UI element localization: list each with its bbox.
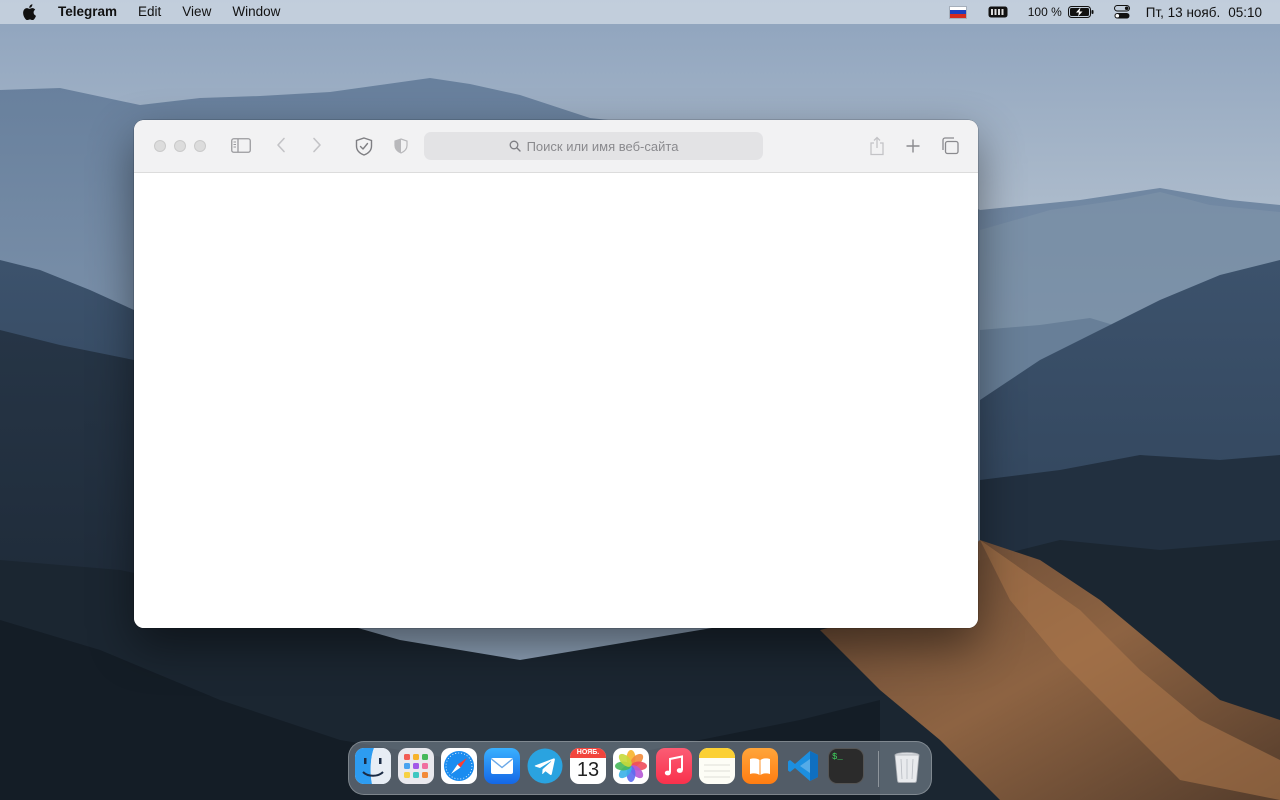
russian-flag-icon[interactable] <box>948 5 967 19</box>
privacy-shield-icon[interactable] <box>354 136 374 156</box>
address-placeholder: Поиск или имя веб-сайта <box>526 138 679 154</box>
music-icon[interactable] <box>656 748 692 784</box>
menu-clock[interactable]: Пт, 13 нояб. 05:10 <box>1146 5 1262 20</box>
dock-separator <box>878 751 879 787</box>
search-icon <box>509 140 521 152</box>
menu-view[interactable]: View <box>182 0 211 24</box>
finder-icon[interactable] <box>355 748 391 784</box>
control-center-icon[interactable] <box>1113 5 1130 19</box>
books-icon[interactable] <box>742 748 778 784</box>
vscode-icon[interactable] <box>785 748 821 784</box>
window-minimize-button[interactable] <box>174 140 186 152</box>
terminal-icon[interactable]: $_ <box>828 748 864 784</box>
safari-toolbar: Поиск или имя веб-сайта <box>134 120 978 173</box>
clock-time: 05:10 <box>1228 4 1262 20</box>
safari-window: Поиск или имя веб-сайта <box>134 120 978 628</box>
calendar-day: 13 <box>576 759 600 781</box>
share-icon[interactable] <box>868 135 886 157</box>
telegram-icon[interactable] <box>527 748 563 784</box>
calendar-icon[interactable]: НОЯБ. 13 <box>570 748 606 784</box>
clock-date: Пт, 13 нояб. <box>1145 4 1221 20</box>
new-tab-plus-icon[interactable] <box>904 137 922 155</box>
window-close-button[interactable] <box>154 140 166 152</box>
tabs-overview-icon[interactable] <box>940 136 960 156</box>
keyboard-input-icon[interactable] <box>988 6 1008 18</box>
window-zoom-button[interactable] <box>194 140 206 152</box>
forward-arrow-icon[interactable] <box>310 137 324 153</box>
address-search-field[interactable]: Поиск или имя веб-сайта <box>424 132 763 160</box>
web-content-area[interactable] <box>134 173 978 628</box>
photos-icon[interactable] <box>613 748 649 784</box>
trash-icon[interactable] <box>889 748 925 784</box>
menu-app-name[interactable]: Telegram <box>58 0 117 24</box>
sidebar-icon[interactable] <box>231 137 251 153</box>
half-shield-icon[interactable] <box>393 137 409 155</box>
menu-edit[interactable]: Edit <box>138 0 161 24</box>
notes-icon[interactable] <box>699 748 735 784</box>
battery-charging-icon[interactable] <box>1067 6 1094 18</box>
apple-logo-icon[interactable] <box>22 4 36 20</box>
back-arrow-icon[interactable] <box>274 137 288 153</box>
terminal-prompt: $_ <box>832 752 843 762</box>
dock: НОЯБ. 13 $_ <box>348 741 932 795</box>
launchpad-icon[interactable] <box>398 748 434 784</box>
battery-percentage[interactable]: 100 % <box>1028 5 1062 19</box>
menu-window[interactable]: Window <box>232 0 280 24</box>
mail-icon[interactable] <box>484 748 520 784</box>
safari-icon[interactable] <box>441 748 477 784</box>
menu-bar: Telegram Edit View Window 100 % Пт, 13 н… <box>0 0 1280 24</box>
